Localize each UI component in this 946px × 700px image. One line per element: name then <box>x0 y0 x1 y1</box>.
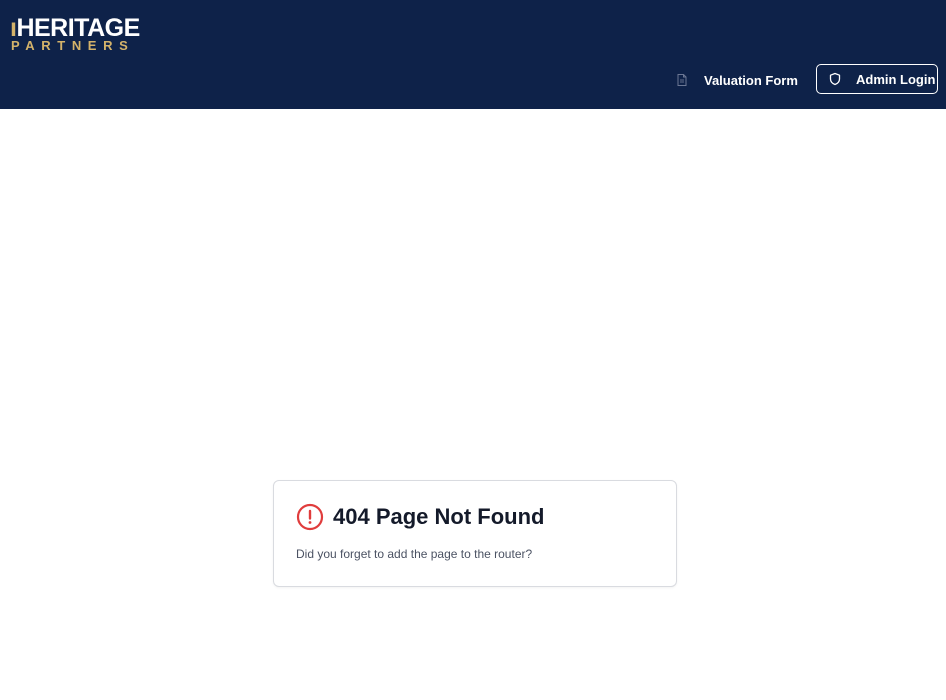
error-card-header: 404 Page Not Found <box>296 503 544 531</box>
valuation-form-link[interactable]: Valuation Form <box>666 64 807 96</box>
alert-circle-icon <box>296 503 324 531</box>
error-message: Did you forget to add the page to the ro… <box>296 547 533 561</box>
top-header: ıHERITAGE PARTNERS Valuation Form Admin … <box>0 0 946 109</box>
logo-partners-text: PARTNERS <box>11 38 135 53</box>
error-title: 404 Page Not Found <box>333 504 545 529</box>
valuation-form-label: Valuation Form <box>704 72 798 88</box>
error-card: 404 Page Not Found Did you forget to add… <box>273 480 677 587</box>
shield-icon <box>828 72 842 86</box>
heritage-partners-logo[interactable]: ıHERITAGE PARTNERS <box>10 15 142 55</box>
document-icon <box>675 73 689 87</box>
admin-login-button[interactable]: Admin Login <box>816 64 938 94</box>
admin-login-label: Admin Login <box>856 71 936 87</box>
